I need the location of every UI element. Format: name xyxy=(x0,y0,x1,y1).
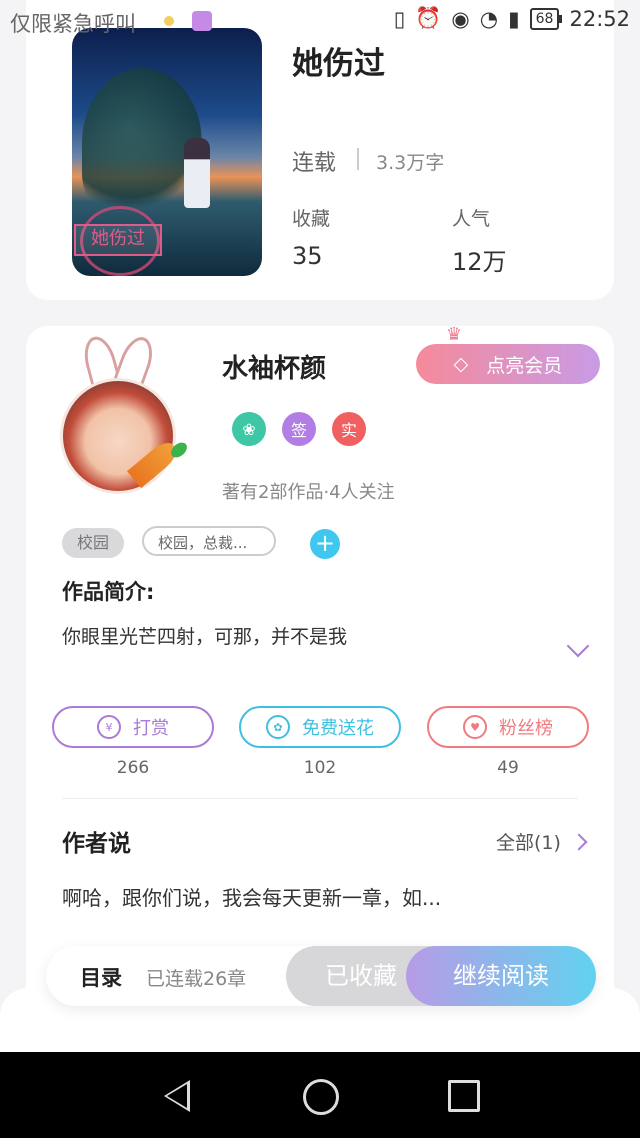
verified-badge: 实 xyxy=(332,412,366,446)
cover-stamp-label: 她伤过 xyxy=(74,224,162,256)
book-status: 连载 xyxy=(292,151,337,176)
flower-icon: ✿ xyxy=(266,715,290,739)
intro-text: 你眼里光芒四射，可那，并不是我 xyxy=(62,626,348,648)
sim-icon: ▮ xyxy=(508,6,520,31)
tag-campus[interactable]: 校园 xyxy=(62,528,124,558)
vibrate-icon: ▯ xyxy=(393,6,406,31)
send-flower-button[interactable]: ✿ 免费送花 xyxy=(239,706,401,748)
status-bar: 仅限紧急呼叫 ▯ ⏰ ◉ ◔ ▮ 68 22:52 xyxy=(0,0,640,44)
vip-button-label: 点亮会员 xyxy=(486,354,563,377)
chapters-count: 已连载26章 xyxy=(146,968,247,990)
book-cover[interactable]: 她伤过 xyxy=(72,28,262,276)
handshake-badge-icon: ❀ xyxy=(232,412,266,446)
tag-list[interactable]: 校园，总裁... xyxy=(142,526,276,556)
status-carrier-text: 仅限紧急呼叫 xyxy=(10,12,136,36)
chevron-right-icon xyxy=(570,833,588,850)
vip-button[interactable]: ◇ 点亮会员 xyxy=(416,344,600,384)
fans-ranking-button[interactable]: ♥ 粉丝榜 xyxy=(427,706,589,748)
author-avatar[interactable] xyxy=(60,378,176,494)
add-tag-button[interactable]: + xyxy=(310,529,340,559)
cover-girl-art xyxy=(184,138,210,208)
send-flower-label: 免费送花 xyxy=(302,718,374,739)
crown-icon: ♛ xyxy=(446,324,463,345)
fans-ranking-label: 粉丝榜 xyxy=(499,718,553,739)
bottom-action-bar: 目录 已连载26章 已收藏 继续阅读 xyxy=(46,946,596,1006)
book-title: 她伤过 xyxy=(292,46,385,82)
diamond-icon: ◇ xyxy=(453,353,469,375)
favorites-label: 收藏 xyxy=(292,208,331,230)
battery-icon: 68 xyxy=(529,7,563,30)
favorites-value: 35 xyxy=(292,242,323,270)
author-says-all-label: 全部(1) xyxy=(496,832,561,854)
divider xyxy=(62,798,578,799)
system-nav-bar xyxy=(0,1052,640,1138)
continue-reading-button[interactable]: 继续阅读 xyxy=(406,946,596,1006)
author-name[interactable]: 水袖杯颜 xyxy=(222,348,326,385)
word-count: 3.3万字 xyxy=(376,152,445,174)
author-works-info: 著有2部作品·4人关注 xyxy=(222,482,395,503)
fans-count: 49 xyxy=(497,758,519,778)
image-notification-icon xyxy=(192,11,212,31)
reward-label: 打赏 xyxy=(133,718,169,739)
toc-button[interactable]: 目录 xyxy=(80,962,122,992)
author-says-title: 作者说 xyxy=(62,831,131,857)
popularity-value: 12万 xyxy=(452,248,507,276)
popularity-label: 人气 xyxy=(452,208,491,230)
yen-icon: ¥ xyxy=(97,715,121,739)
reward-button[interactable]: ¥ 打赏 xyxy=(52,706,214,748)
intro-title: 作品简介: xyxy=(62,580,155,604)
author-says-all-link[interactable]: 全部(1) xyxy=(496,828,588,855)
notification-icon xyxy=(164,16,174,26)
recent-apps-icon[interactable] xyxy=(448,1080,480,1112)
clock: 22:52 xyxy=(569,6,630,31)
book-info-card: 她伤过 她伤过 连载 3.3万字 收藏 人气 35 12万 xyxy=(26,0,614,300)
expand-chevron-icon[interactable] xyxy=(566,634,590,658)
flower-count: 102 xyxy=(303,758,337,778)
signed-badge: 签 xyxy=(282,412,316,446)
fans-icon: ♥ xyxy=(463,715,487,739)
wifi-icon: ◔ xyxy=(479,6,499,31)
alarm-icon: ⏰ xyxy=(415,6,442,30)
author-badges: ❀ 签 实 xyxy=(232,412,366,446)
back-icon[interactable] xyxy=(164,1080,190,1112)
home-icon[interactable] xyxy=(303,1079,339,1115)
author-says-text: 啊哈，跟你们说，我会每天更新一章，如... xyxy=(62,886,442,910)
reward-count: 266 xyxy=(116,758,150,778)
divider xyxy=(357,148,359,170)
eye-icon: ◉ xyxy=(451,6,470,31)
